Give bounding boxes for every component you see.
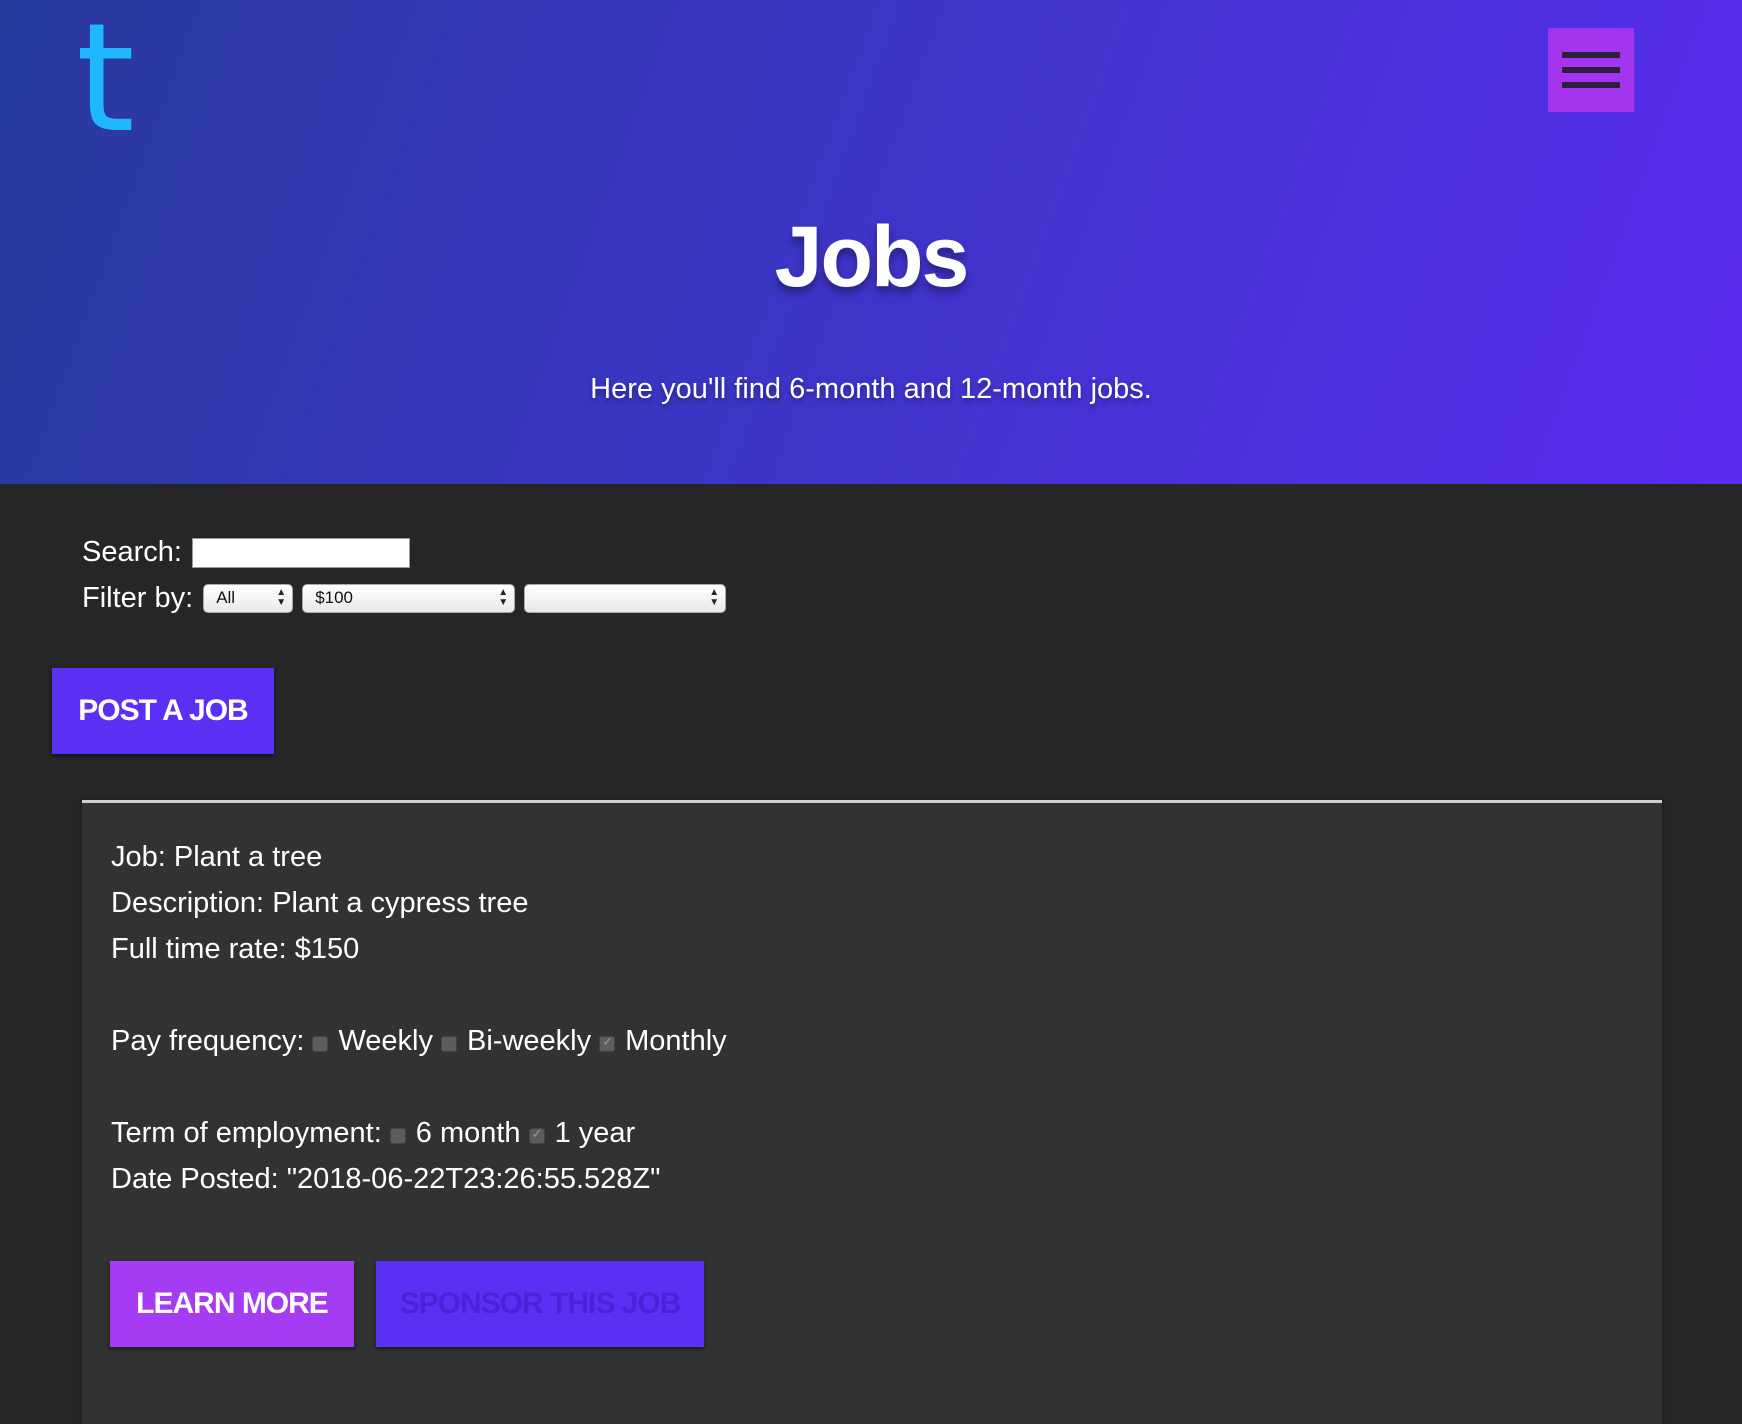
job-card: Job: Plant a tree Description: Plant a c… — [82, 800, 1662, 1424]
select-arrows-icon: ▲ ▼ — [498, 587, 509, 608]
select-arrows-icon: ▲ ▼ — [709, 587, 720, 608]
filter-row: Filter by: All ▲ ▼ $100 ▲ ▼ ▲ ▼ — [82, 582, 727, 615]
job-title-label: Job: — [111, 841, 166, 873]
pay-frequency-label: Pay frequency: — [111, 1025, 305, 1057]
job-title: Plant a tree — [173, 841, 323, 873]
pay-frequency-line: Pay frequency: Weekly Bi-weekly Monthly — [111, 1025, 727, 1058]
search-label: Search: — [82, 536, 182, 568]
category-select[interactable]: All ▲ ▼ — [203, 584, 294, 613]
job-rate: $150 — [294, 933, 360, 965]
hamburger-menu-icon — [1562, 52, 1620, 58]
six-month-checkbox[interactable] — [389, 1127, 406, 1144]
page-title: Jobs — [774, 209, 970, 305]
weekly-label: Weekly — [338, 1025, 434, 1057]
job-rate-line: Full time rate: $150 — [111, 933, 359, 966]
search-row: Search: — [82, 536, 410, 569]
weekly-checkbox[interactable] — [312, 1035, 329, 1052]
job-rate-label: Full time rate: — [111, 933, 287, 965]
one-year-label: 1 year — [554, 1117, 636, 1149]
date-posted: "2018-06-22T23:26:55.528Z" — [286, 1163, 661, 1195]
rate-select-value: $100 — [315, 588, 354, 607]
job-title-line: Job: Plant a tree — [111, 841, 322, 874]
monthly-label: Monthly — [625, 1025, 727, 1057]
select-arrows-icon: ▲ ▼ — [276, 587, 287, 608]
biweekly-checkbox[interactable] — [441, 1035, 458, 1052]
job-description-line: Description: Plant a cypress tree — [111, 887, 528, 920]
sponsor-job-button[interactable]: SPONSOR THIS JOB — [376, 1261, 704, 1347]
learn-more-button[interactable]: LEARN MORE — [110, 1261, 354, 1347]
category-select-value: All — [216, 588, 236, 607]
one-year-checkbox[interactable] — [528, 1126, 545, 1144]
six-month-label: 6 month — [415, 1117, 521, 1149]
post-job-button[interactable]: POST A JOB — [52, 668, 274, 754]
term-label: Term of employment: — [111, 1117, 382, 1149]
term-line: Term of employment: 6 month 1 year — [111, 1117, 635, 1150]
job-description-label: Description: — [111, 887, 265, 919]
hero-header: t Jobs Here you'll find 6-month and 12-m… — [0, 0, 1742, 484]
filter-label: Filter by: — [82, 582, 194, 614]
hamburger-menu-icon-bar — [1562, 82, 1620, 88]
date-posted-line: Date Posted: "2018-06-22T23:26:55.528Z" — [111, 1163, 660, 1196]
hamburger-menu-button[interactable] — [1548, 28, 1634, 112]
biweekly-label: Bi-weekly — [467, 1025, 592, 1057]
page-subtitle: Here you'll find 6-month and 12-month jo… — [590, 373, 1152, 405]
rate-select[interactable]: $100 ▲ ▼ — [302, 584, 516, 613]
monthly-checkbox[interactable] — [599, 1034, 616, 1052]
site-logo[interactable]: t — [76, 4, 135, 154]
term-select[interactable]: ▲ ▼ — [524, 584, 727, 613]
job-description: Plant a cypress tree — [272, 887, 529, 919]
hamburger-menu-icon-bar — [1562, 67, 1620, 73]
date-posted-label: Date Posted: — [111, 1163, 279, 1195]
search-input[interactable] — [191, 537, 410, 568]
